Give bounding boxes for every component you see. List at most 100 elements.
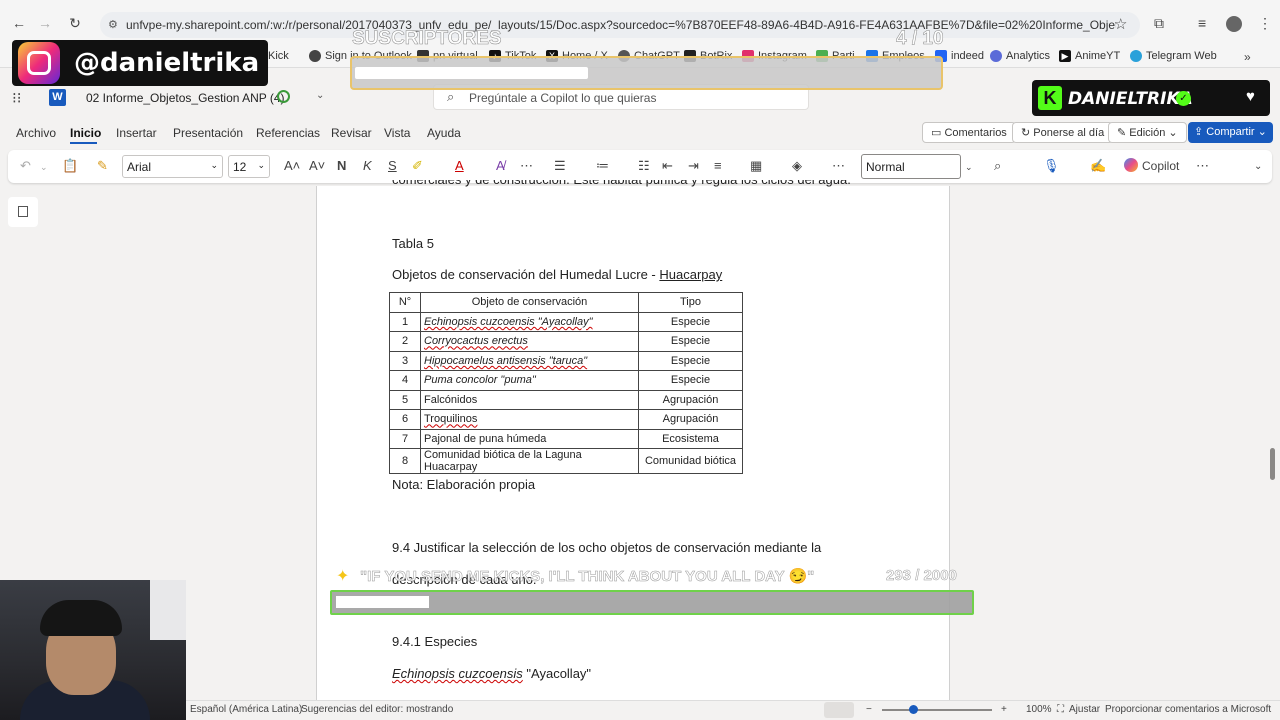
- align-icon[interactable]: ≡: [714, 158, 722, 173]
- more-bookmarks-icon[interactable]: »: [1244, 50, 1251, 64]
- tab-archivo[interactable]: Archivo: [16, 126, 56, 140]
- font-name-select[interactable]: Arial ⌄: [122, 155, 223, 178]
- share-button[interactable]: ⇪ Compartir ⌄: [1188, 122, 1273, 143]
- zoom-slider-thumb[interactable]: [909, 705, 918, 714]
- bookmark-analytics[interactable]: Analytics: [990, 50, 1050, 62]
- view-mode-button[interactable]: [824, 702, 854, 718]
- comment-icon: ▭: [931, 127, 945, 139]
- tab-inicio[interactable]: Inicio: [70, 126, 101, 140]
- grow-font-icon[interactable]: A˄: [284, 158, 300, 173]
- comments-button[interactable]: ▭ Comentarios: [922, 122, 1016, 143]
- forward-icon[interactable]: →: [36, 14, 54, 32]
- copilot-icon: [1124, 158, 1138, 172]
- editor-icon[interactable]: ✍: [1090, 158, 1106, 174]
- chevron-down-icon: ⌄: [1165, 127, 1178, 139]
- kicks-goal-progress: [336, 596, 429, 608]
- word-logo-icon: W: [49, 89, 66, 106]
- extensions-icon[interactable]: ⧉: [1154, 15, 1164, 32]
- zoom-out-icon[interactable]: −: [866, 704, 872, 715]
- style-select[interactable]: Normal: [861, 154, 961, 179]
- numbering-icon[interactable]: ≔: [596, 158, 609, 174]
- fit-button[interactable]: Ajustar: [1069, 704, 1100, 715]
- table-note: Nota: Elaboración propia: [392, 477, 536, 492]
- language-status[interactable]: Español (América Latina): [190, 704, 302, 715]
- kick-logo-icon: K: [1038, 86, 1062, 110]
- table-row: 4 Puma concolor "puma" Especie: [389, 370, 743, 391]
- copilot-button[interactable]: Copilot: [1142, 159, 1179, 173]
- editor-suggestions-status[interactable]: Sugerencias del editor: mostrando: [301, 704, 453, 715]
- back-icon[interactable]: ←: [10, 14, 28, 32]
- heart-icon: ♥: [1246, 88, 1255, 105]
- feedback-link[interactable]: Proporcionar comentarios a Microsoft: [1105, 704, 1271, 715]
- bookmark-star-icon[interactable]: ☆: [1114, 15, 1127, 33]
- font-color-icon[interactable]: A: [455, 158, 464, 173]
- bullets-icon[interactable]: ☰: [554, 158, 566, 174]
- find-icon[interactable]: ⌕: [994, 158, 1001, 174]
- chevron-down-icon[interactable]: ⌄: [40, 162, 48, 173]
- expand-ribbon-icon[interactable]: ⌄: [1254, 161, 1262, 172]
- highlight-icon[interactable]: ✐: [412, 158, 423, 174]
- shrink-font-icon[interactable]: A˅: [309, 158, 325, 173]
- paste-icon[interactable]: 📋: [62, 158, 78, 174]
- bold-icon[interactable]: N: [337, 158, 346, 173]
- italic-icon[interactable]: K: [363, 158, 372, 173]
- clear-format-icon[interactable]: A̸: [496, 158, 505, 173]
- undo-icon[interactable]: ↶: [20, 158, 31, 174]
- site-info-icon[interactable]: ⚙: [108, 18, 118, 31]
- more-options-icon[interactable]: ⋯: [1196, 158, 1209, 174]
- table-row: 6 Troquilinos Agrupación: [389, 409, 743, 430]
- chevron-down-icon[interactable]: ⌄: [965, 162, 973, 173]
- font-size-select[interactable]: 12 ⌄: [228, 155, 270, 178]
- profile-avatar[interactable]: [1226, 16, 1242, 32]
- telegram-icon: [1130, 50, 1142, 62]
- underline-icon[interactable]: S: [388, 158, 397, 173]
- tab-referencias[interactable]: Referencias: [256, 126, 320, 140]
- conservation-objects-table: N° Objeto de conservación Tipo 1 Echinops…: [389, 292, 743, 474]
- kick-channel-name: DANIELTRIKA: [1068, 89, 1193, 109]
- chevron-down-icon[interactable]: ⌄: [316, 90, 324, 101]
- increase-indent-icon[interactable]: ⇥: [688, 158, 699, 174]
- fit-icon[interactable]: ⛶: [1057, 704, 1064, 715]
- col-header-type: Tipo: [638, 292, 743, 313]
- tab-insertar[interactable]: Insertar: [116, 126, 157, 140]
- vertical-scrollbar[interactable]: [1270, 448, 1275, 480]
- table-caption: Objetos de conservación del Humedal Lucr…: [392, 267, 723, 282]
- tab-presentacion[interactable]: Presentación: [173, 126, 243, 140]
- decrease-indent-icon[interactable]: ⇤: [662, 158, 673, 174]
- zoom-in-icon[interactable]: +: [1001, 704, 1007, 715]
- checklist-icon[interactable]: ☷: [638, 158, 650, 174]
- table-header-row: N° Objeto de conservación Tipo: [389, 292, 743, 313]
- share-icon: ⇪: [1194, 126, 1207, 138]
- sparkle-icon: ✦: [336, 568, 350, 585]
- saved-status-icon: [277, 90, 290, 103]
- tab-ayuda[interactable]: Ayuda: [427, 126, 461, 140]
- kicks-goal-count: 293 / 2000: [886, 567, 957, 585]
- col-header-number: N°: [389, 292, 421, 313]
- verified-badge-icon: ✓: [1176, 91, 1191, 106]
- shading-icon[interactable]: ◈: [792, 158, 802, 174]
- format-painter-icon[interactable]: ✎: [97, 158, 108, 174]
- bookmark-kick[interactable]: Kick: [268, 50, 289, 62]
- zoom-slider[interactable]: [882, 709, 992, 711]
- kicks-goal-label: "IF YOU SEND ME KICKS, I'LL THINK ABOUT …: [360, 568, 815, 586]
- borders-icon[interactable]: ▦: [750, 158, 762, 174]
- table-row: 8 Comunidad biótica de la Laguna Huacarpa…: [389, 448, 743, 474]
- catch-up-button[interactable]: ↻ Ponerse al día: [1012, 122, 1114, 143]
- reload-icon[interactable]: ↻: [66, 14, 84, 32]
- active-tab-indicator: [70, 142, 97, 144]
- navigation-pane-button[interactable]: [8, 197, 38, 227]
- tab-revisar[interactable]: Revisar: [331, 126, 372, 140]
- subscriber-goal-progress: [355, 67, 588, 79]
- dictate-icon[interactable]: 🎙: [1043, 158, 1060, 174]
- editing-mode-button[interactable]: ✎ Edición ⌄: [1108, 122, 1187, 143]
- media-icon[interactable]: ≡: [1198, 15, 1206, 31]
- document-title[interactable]: 02 Informe_Objetos_Gestion ANP (4): [86, 91, 285, 105]
- more-font-options-icon[interactable]: ⋯: [520, 158, 533, 174]
- bookmark-animeyt[interactable]: ▶ AnimeYT: [1059, 50, 1120, 62]
- zoom-level[interactable]: 100%: [1026, 704, 1052, 715]
- more-paragraph-options-icon[interactable]: ⋯: [832, 158, 845, 174]
- browser-menu-icon[interactable]: ⋮: [1258, 15, 1272, 32]
- app-launcher-icon[interactable]: ⁝⁝: [12, 89, 22, 107]
- tab-vista[interactable]: Vista: [384, 126, 410, 140]
- bookmark-telegram[interactable]: Telegram Web: [1130, 50, 1217, 62]
